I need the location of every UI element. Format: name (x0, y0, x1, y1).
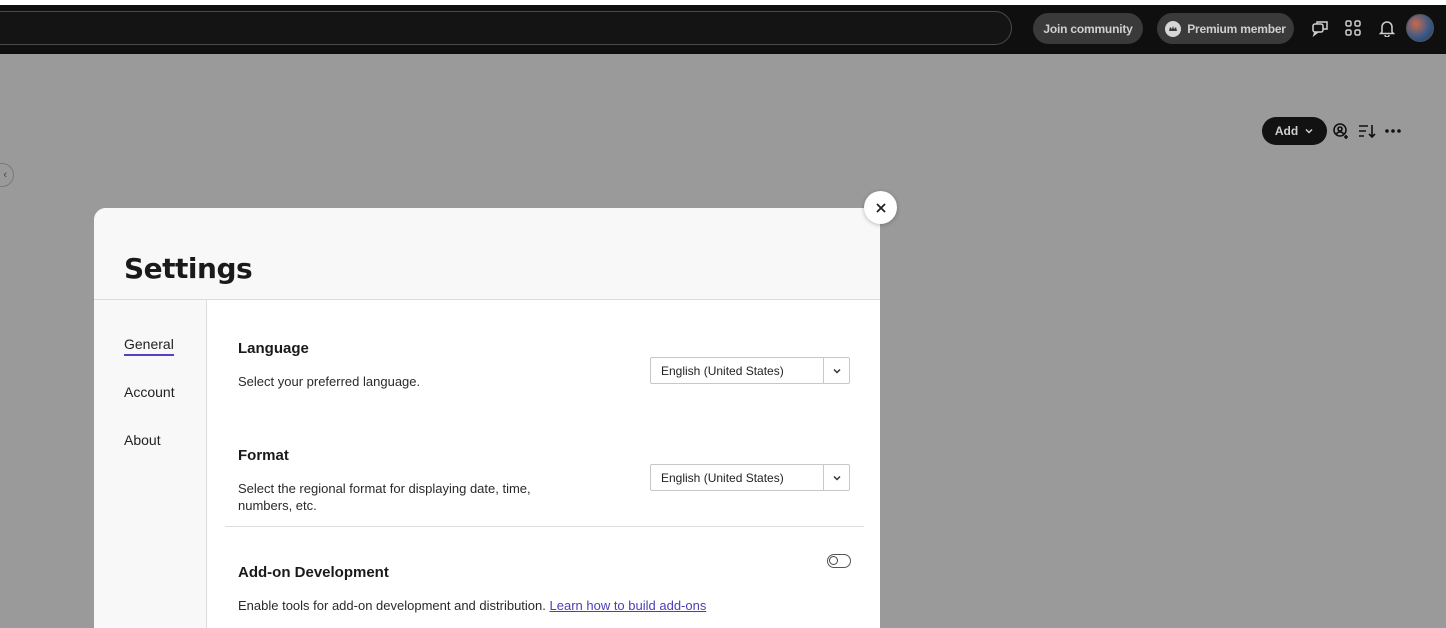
settings-content: Language Select your preferred language.… (208, 300, 880, 628)
search-bar[interactable] (0, 11, 1012, 45)
sort-icon[interactable] (1357, 121, 1377, 141)
chat-icon[interactable] (1310, 18, 1330, 38)
invite-user-icon[interactable] (1331, 121, 1351, 141)
chevron-down-icon (1305, 128, 1313, 134)
chevron-down-icon (823, 465, 849, 490)
chevron-down-icon (823, 358, 849, 383)
language-select-value: English (United States) (661, 363, 784, 378)
close-button[interactable] (864, 191, 897, 224)
top-bar: Join community Premium member (0, 5, 1446, 54)
section-divider (225, 526, 864, 527)
format-description-line2: numbers, etc. (238, 498, 317, 513)
modal-header: Settings (94, 208, 880, 300)
crown-icon (1165, 20, 1182, 37)
join-community-button[interactable]: Join community (1033, 13, 1143, 44)
addon-toggle[interactable] (827, 554, 851, 568)
addon-description-row: Enable tools for add-on development and … (238, 597, 706, 614)
apps-grid-icon[interactable] (1343, 18, 1363, 38)
format-select[interactable]: English (United States) (650, 464, 850, 491)
addon-description: Enable tools for add-on development and … (238, 598, 546, 613)
toggle-knob (829, 556, 838, 565)
format-select-value: English (United States) (661, 470, 784, 485)
premium-member-button[interactable]: Premium member (1157, 13, 1294, 44)
addon-title: Add-on Development (238, 564, 389, 581)
premium-member-label: Premium member (1187, 21, 1286, 36)
language-description: Select your preferred language. (238, 374, 421, 389)
language-select[interactable]: English (United States) (650, 357, 850, 384)
nav-item-account[interactable]: Account (124, 384, 175, 400)
more-options-icon[interactable] (1383, 121, 1403, 141)
settings-modal: Settings General Account About Language … (94, 208, 880, 628)
bell-icon[interactable] (1377, 18, 1397, 38)
format-description-line1: Select the regional format for displayin… (238, 481, 531, 496)
side-chip: ‹ (0, 163, 14, 187)
add-button[interactable]: Add (1262, 117, 1327, 145)
language-title: Language (238, 340, 309, 357)
join-community-label: Join community (1043, 21, 1133, 36)
close-icon (875, 202, 886, 213)
format-title: Format (238, 447, 289, 464)
learn-addons-link[interactable]: Learn how to build add-ons (550, 598, 707, 613)
settings-nav: General Account About (94, 300, 207, 628)
modal-title: Settings (124, 252, 253, 285)
nav-item-about[interactable]: About (124, 432, 161, 448)
avatar[interactable] (1406, 14, 1434, 42)
add-label: Add (1274, 124, 1299, 138)
nav-item-general[interactable]: General (124, 336, 174, 356)
